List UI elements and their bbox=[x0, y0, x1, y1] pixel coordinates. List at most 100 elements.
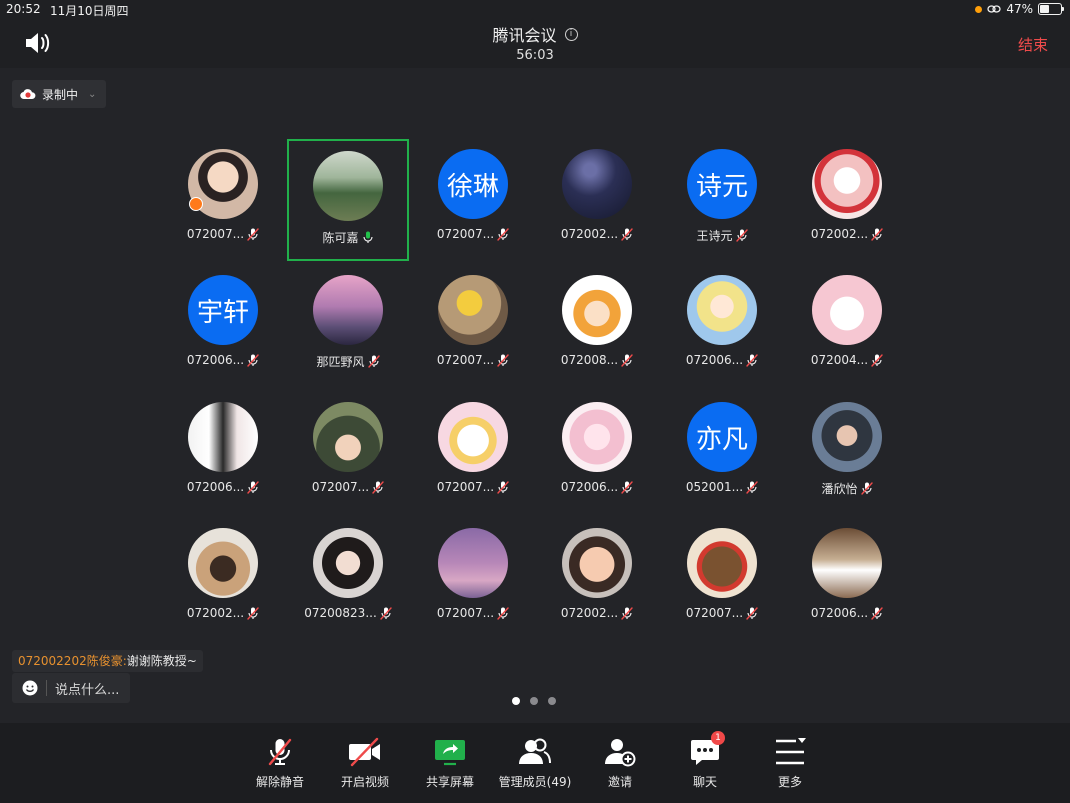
avatar bbox=[812, 149, 882, 219]
avatar-initials: 徐琳 bbox=[438, 149, 508, 219]
mic-muted-icon bbox=[871, 606, 883, 620]
mic-muted-icon bbox=[871, 227, 883, 241]
participant-tile[interactable]: 072007... bbox=[412, 265, 534, 387]
participant-tile[interactable]: 072002... bbox=[786, 139, 908, 261]
participant-name: 072002... bbox=[560, 227, 619, 241]
recording-label: 录制中 bbox=[42, 87, 79, 102]
participant-label: 王诗元 bbox=[696, 227, 748, 244]
participant-name: 072006... bbox=[810, 606, 869, 620]
unmute-button[interactable]: 解除静音 bbox=[240, 737, 320, 790]
participant-name: 072007... bbox=[311, 480, 370, 494]
participant-tile[interactable]: 07200823... bbox=[287, 518, 409, 640]
avatar-initials: 宇轩 bbox=[188, 275, 258, 345]
participant-tile[interactable]: 072007... bbox=[287, 392, 409, 514]
participant-label: 潘欣怡 bbox=[821, 480, 873, 497]
participant-name: 072007... bbox=[436, 480, 495, 494]
recording-indicator[interactable]: 录制中 ⌄ bbox=[12, 80, 106, 108]
participant-label: 072002... bbox=[561, 606, 633, 620]
participant-tile[interactable]: 072006... bbox=[786, 518, 908, 640]
avatar bbox=[562, 528, 632, 598]
chat-label: 聊天 bbox=[692, 775, 717, 789]
participant-tile[interactable]: 宇轩 072006... bbox=[162, 265, 284, 387]
chat-input[interactable]: 说点什么... bbox=[12, 673, 130, 703]
participant-tile[interactable]: 072007... bbox=[412, 392, 534, 514]
meeting-title-text: 腾讯会议 bbox=[492, 26, 557, 45]
participant-tile[interactable]: 亦凡 052001... bbox=[661, 392, 783, 514]
avatar bbox=[562, 149, 632, 219]
chevron-down-icon: ⌄ bbox=[88, 88, 97, 100]
emoji-icon[interactable] bbox=[22, 680, 38, 696]
participant-label: 072002... bbox=[561, 227, 633, 241]
meeting-header: 腾讯会议 i 56:03 结束 bbox=[0, 20, 1070, 68]
participant-label: 072006... bbox=[686, 353, 758, 367]
chat-bubble[interactable]: 072002202陈俊豪:谢谢陈教授~ bbox=[12, 650, 203, 672]
participant-name: 072007... bbox=[186, 227, 245, 241]
participant-tile[interactable]: 072008... bbox=[536, 265, 658, 387]
manage-members-button[interactable]: 管理成员(49) bbox=[495, 737, 575, 790]
participant-tile[interactable]: 072004... bbox=[786, 265, 908, 387]
participant-tile[interactable]: 陈可嘉 bbox=[287, 139, 409, 261]
page-dot[interactable] bbox=[530, 697, 538, 705]
invite-button[interactable]: 邀请 bbox=[580, 737, 660, 790]
participant-label: 072007... bbox=[187, 227, 259, 241]
avatar bbox=[188, 402, 258, 472]
page-dot[interactable] bbox=[548, 697, 556, 705]
mic-muted-icon bbox=[860, 482, 873, 495]
status-bar: 20:52 11月10日周四 47% bbox=[0, 0, 1070, 20]
participant-label: 072002... bbox=[811, 227, 883, 241]
cloud-record-icon bbox=[20, 89, 36, 100]
mic-muted-icon bbox=[367, 355, 380, 368]
participant-tile[interactable]: 徐琳 072007... bbox=[412, 139, 534, 261]
share-screen-button[interactable]: 共享屏幕 bbox=[410, 737, 490, 790]
start-video-button[interactable]: 开启视频 bbox=[325, 737, 405, 790]
mic-muted-icon bbox=[746, 353, 758, 367]
participant-name: 072006... bbox=[685, 353, 744, 367]
participant-tile[interactable]: 072006... bbox=[661, 265, 783, 387]
participant-name: 072007... bbox=[436, 606, 495, 620]
meeting-title[interactable]: 腾讯会议 i bbox=[492, 22, 578, 46]
more-icon bbox=[776, 738, 806, 765]
participant-label: 072007... bbox=[437, 353, 509, 367]
status-date: 11月10日周四 bbox=[50, 4, 129, 18]
participant-tile[interactable]: 诗元 王诗元 bbox=[661, 139, 783, 261]
page-indicator[interactable] bbox=[512, 697, 556, 705]
chat-divider bbox=[46, 680, 47, 696]
invite-icon bbox=[605, 739, 636, 767]
participant-name: 陈可嘉 bbox=[322, 231, 359, 245]
title-area: 腾讯会议 i 56:03 bbox=[0, 22, 1070, 63]
participant-tile[interactable]: 072006... bbox=[162, 392, 284, 514]
participant-label: 07200823... bbox=[304, 606, 392, 620]
participant-label: 072007... bbox=[437, 606, 509, 620]
avatar bbox=[438, 402, 508, 472]
participant-label: 那匹野风 bbox=[316, 353, 380, 370]
participant-name: 072002... bbox=[186, 606, 245, 620]
participant-label: 072007... bbox=[437, 227, 509, 241]
participant-tile[interactable]: 072007... bbox=[162, 139, 284, 261]
avatar bbox=[562, 402, 632, 472]
participant-tile[interactable]: 072006... bbox=[536, 392, 658, 514]
manage-members-label: 管理成员(49) bbox=[498, 775, 572, 789]
participant-tile[interactable]: 潘欣怡 bbox=[786, 392, 908, 514]
end-meeting-button[interactable]: 结束 bbox=[1018, 34, 1048, 55]
page-dot[interactable] bbox=[512, 697, 520, 705]
participant-label: 072006... bbox=[187, 480, 259, 494]
participant-tile[interactable]: 072002... bbox=[536, 139, 658, 261]
chat-button[interactable]: 1 聊天 bbox=[665, 731, 745, 790]
mic-muted-icon bbox=[621, 606, 633, 620]
participant-name: 072007... bbox=[685, 606, 744, 620]
participant-tile[interactable]: 072002... bbox=[536, 518, 658, 640]
participant-tile[interactable]: 072007... bbox=[661, 518, 783, 640]
participant-tile[interactable]: 那匹野风 bbox=[287, 265, 409, 387]
meeting-duration: 56:03 bbox=[516, 48, 554, 63]
participant-name: 072007... bbox=[436, 353, 495, 367]
mic-muted-icon bbox=[380, 606, 392, 620]
participant-tile[interactable]: 072002... bbox=[162, 518, 284, 640]
participant-name: 072007... bbox=[436, 227, 495, 241]
mic-muted-icon bbox=[247, 227, 259, 241]
more-button[interactable]: 更多 bbox=[750, 737, 830, 790]
share-screen-icon bbox=[435, 740, 465, 766]
avatar bbox=[812, 275, 882, 345]
participant-tile[interactable]: 072007... bbox=[412, 518, 534, 640]
avatar bbox=[438, 528, 508, 598]
info-icon[interactable]: i bbox=[564, 27, 578, 41]
